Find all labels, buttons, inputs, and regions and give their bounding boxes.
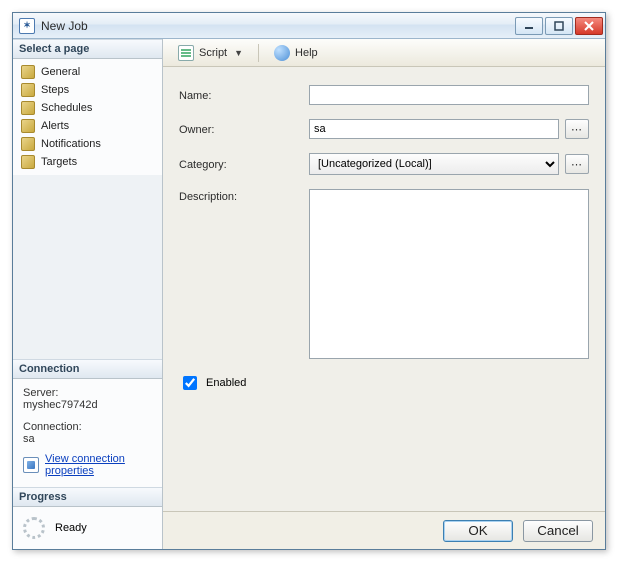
help-label: Help (295, 47, 318, 59)
ok-button[interactable]: OK (443, 520, 513, 542)
maximize-button[interactable] (545, 17, 573, 35)
page-icon (21, 137, 35, 151)
script-label: Script (199, 47, 227, 59)
window-title: New Job (41, 19, 515, 33)
page-targets[interactable]: Targets (17, 153, 158, 171)
page-label: General (41, 66, 80, 78)
owner-browse-button[interactable] (565, 119, 589, 139)
pages-header: Select a page (13, 39, 162, 59)
cancel-button[interactable]: Cancel (523, 520, 593, 542)
server-label: Server: (23, 387, 152, 399)
minimize-icon (524, 21, 534, 31)
category-select[interactable]: [Uncategorized (Local)] (309, 153, 559, 175)
enabled-label[interactable]: Enabled (206, 377, 246, 389)
progress-panel: Ready (13, 507, 162, 549)
page-icon (21, 83, 35, 97)
chevron-down-icon: ▼ (234, 48, 243, 58)
progress-header: Progress (13, 487, 162, 507)
progress-spinner-icon (23, 517, 45, 539)
page-label: Notifications (41, 138, 101, 150)
page-icon (21, 65, 35, 79)
title-bar: ✶ New Job (13, 13, 605, 39)
progress-status: Ready (55, 522, 87, 534)
page-icon (21, 155, 35, 169)
description-textarea[interactable] (309, 189, 589, 359)
connection-value: sa (23, 433, 152, 445)
dialog-footer: OK Cancel (163, 511, 605, 549)
category-browse-button[interactable] (565, 154, 589, 174)
page-steps[interactable]: Steps (17, 81, 158, 99)
app-icon: ✶ (19, 18, 35, 34)
name-label: Name: (179, 88, 309, 102)
window-buttons (515, 17, 603, 35)
connection-header: Connection (13, 359, 162, 379)
enabled-checkbox[interactable] (183, 376, 197, 390)
page-schedules[interactable]: Schedules (17, 99, 158, 117)
page-label: Steps (41, 84, 69, 96)
category-label: Category: (179, 157, 309, 171)
page-label: Schedules (41, 102, 92, 114)
toolbar: Script ▼ Help (163, 39, 605, 67)
owner-input[interactable] (309, 119, 559, 139)
left-panel: Select a page General Steps Schedules Al… (13, 39, 163, 549)
server-value: myshec79742d (23, 399, 152, 411)
page-icon (21, 101, 35, 115)
connection-props-icon (23, 457, 39, 473)
page-label: Targets (41, 156, 77, 168)
page-general[interactable]: General (17, 63, 158, 81)
page-icon (21, 119, 35, 133)
connection-panel: Server: myshec79742d Connection: sa View… (13, 379, 162, 487)
name-input[interactable] (309, 85, 589, 105)
help-icon (274, 45, 290, 61)
general-form: Name: Owner: Category: (163, 67, 605, 511)
script-icon (178, 45, 194, 61)
new-job-dialog: ✶ New Job Select a page General Steps (12, 12, 606, 550)
help-button[interactable]: Help (267, 42, 325, 64)
view-connection-properties-link[interactable]: View connection properties (45, 453, 152, 477)
page-notifications[interactable]: Notifications (17, 135, 158, 153)
page-label: Alerts (41, 120, 69, 132)
content-panel: Script ▼ Help Name: Owner: (163, 39, 605, 549)
page-alerts[interactable]: Alerts (17, 117, 158, 135)
description-label: Description: (179, 189, 309, 203)
owner-label: Owner: (179, 122, 309, 136)
maximize-icon (554, 21, 564, 31)
page-list: General Steps Schedules Alerts Notificat… (17, 63, 158, 171)
toolbar-separator (258, 44, 259, 62)
script-dropdown[interactable]: Script ▼ (171, 42, 250, 64)
close-button[interactable] (575, 17, 603, 35)
connection-label: Connection: (23, 421, 152, 433)
minimize-button[interactable] (515, 17, 543, 35)
close-icon (584, 21, 594, 31)
